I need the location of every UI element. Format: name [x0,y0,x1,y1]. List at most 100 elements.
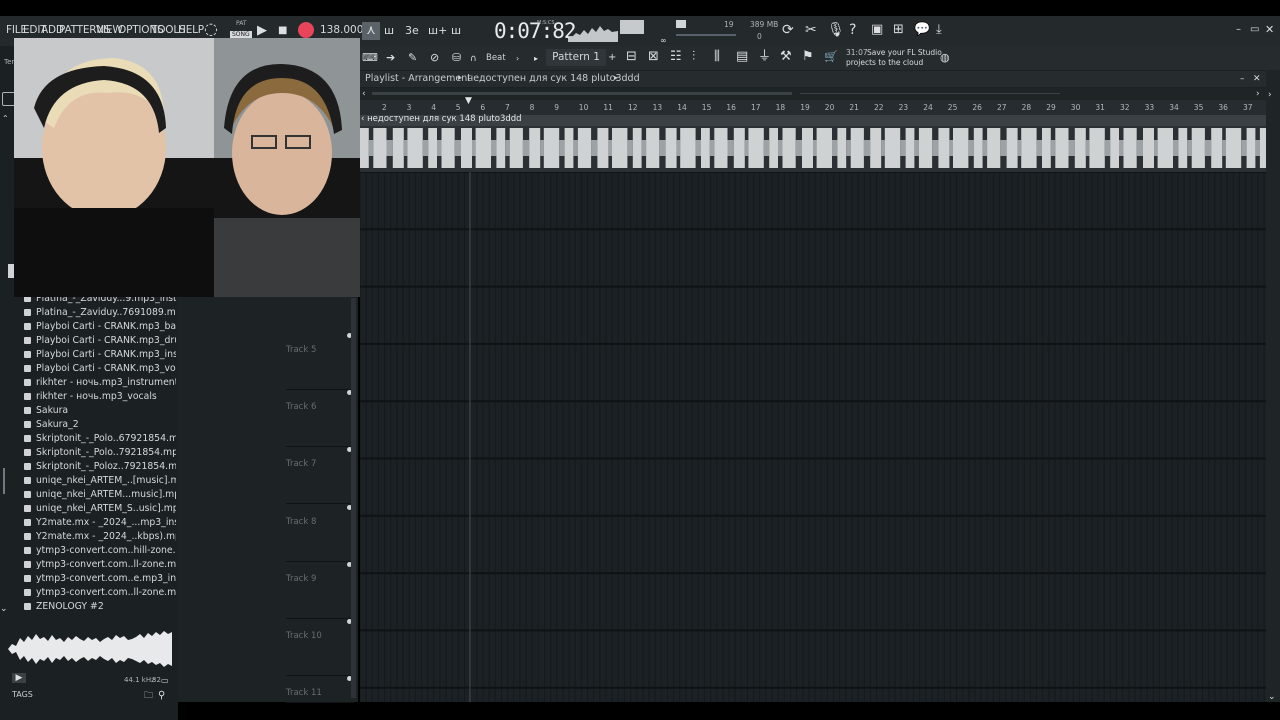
browser-item[interactable]: Skriptonit_-_Poloz..7921854.mp3_vocals [18,461,176,475]
track-header[interactable]: Track 9 [286,562,354,619]
track-header[interactable]: Track 8 [286,505,354,562]
browser-item[interactable]: Sakura_2 [18,419,176,433]
scroll-right-icon[interactable]: › [1256,87,1260,101]
browser-item[interactable]: Playboi Carti - CRANK.mp3_instruments [18,349,176,363]
browser-item[interactable]: ytmp3-convert.com..ll-zone.mp3_vocals [18,587,176,601]
tools-icon[interactable]: ⚒ [780,50,792,64]
track-header[interactable]: Track 7 [286,447,354,504]
folder-icon[interactable]: 🗀 [144,689,153,703]
microphone-icon[interactable]: 🎙 [827,23,845,37]
playlist-close-icon[interactable]: ✕ [1253,72,1261,86]
pattern-selector[interactable]: Pattern 1 [546,49,606,66]
minimize-icon[interactable]: – [1236,23,1241,37]
browser-scrollbar[interactable] [3,468,5,494]
help-icon[interactable]: ? [849,23,856,37]
metronome-icon[interactable]: ⋏ [362,22,380,40]
browser-item[interactable]: Playboi Carti - CRANK.mp3_drums [18,335,176,349]
playlist-menu-icon[interactable]: ⌨ [362,51,378,65]
preview-play-icon[interactable]: ▶ [12,673,26,683]
cart-icon[interactable]: 🛒 [824,50,838,64]
download-icon[interactable]: ⤓ [936,23,942,37]
stamp-tool-icon[interactable]: ⛁ [452,51,461,65]
pitch-slider[interactable] [676,34,736,36]
scroll-up-icon[interactable]: ⌃ [2,112,9,126]
browser-item[interactable]: Y2mate.mx - _2024_...mp3_instruments [18,517,176,531]
song-mode-label[interactable]: SONG [230,31,252,38]
audio-file-icon [24,547,31,554]
flag-icon[interactable]: ⚑ [802,50,814,64]
track-header[interactable]: Track 6 [286,390,354,447]
browser-item[interactable]: Skriptonit_-_Polo..67921854.mp3_bass [18,433,176,447]
browser-item[interactable]: Sakura [18,405,176,419]
pattern-prev-icon[interactable]: ▸ [534,52,538,66]
tempo-display[interactable]: 138.000 [320,24,363,36]
playlist-minimize-icon[interactable]: – [1240,72,1245,86]
playhead-marker-icon[interactable]: ▼ [465,96,472,106]
blend-notes-icon[interactable]: ш [451,24,461,38]
browser-item[interactable]: rikhter - ночь.mp3_instruments [18,377,176,391]
browser-item[interactable]: Playboi Carti - CRANK.mp3_vocals [18,363,176,377]
scroll-left-icon[interactable]: ‹ [362,87,366,101]
vertical-scrollbar[interactable]: › ⌄ [1266,70,1280,702]
playlist-icon[interactable]: ⊟ [626,50,637,64]
browser-item[interactable]: Y2mate.mx - _2024_..kbps).mp3_vocals [18,531,176,545]
browser-tab-stub[interactable]: Ter [4,58,14,66]
pat-mode-label[interactable]: PAT [236,20,247,27]
plugin-icon[interactable]: ⊞ [893,23,904,37]
loop-record-icon[interactable]: ◌ [204,21,218,37]
browser-folder[interactable]: ZENOLOGY #2 [18,601,176,615]
slice-tool-icon[interactable]: ⊘ [430,51,439,65]
audio-clip-waveform[interactable] [360,126,1274,172]
browser-item[interactable]: ytmp3-convert.com..ll-zone.mp3_drums [18,559,176,573]
chevron-right-icon[interactable]: › [516,52,519,66]
mixer-view-icon[interactable]: ⫶ [692,50,695,64]
timeline-ruler[interactable]: 2 3 4 5 6 7 8 9 10 11 12 13 14 15 16 17 18 19 20 21 22 23 24 25… [360,96,1266,115]
master-volume-slider[interactable] [620,20,644,34]
record-icon[interactable] [298,22,314,38]
snap-select[interactable]: Beat [486,53,506,63]
browser-item[interactable]: Playboi Carti - CRANK.mp3_bass [18,321,176,335]
track-header[interactable]: Track 11 [286,676,354,703]
browser-item[interactable]: uniqe_nkei_ARTEM...music].mp3_drums [18,489,176,503]
channel-rack-icon[interactable]: ☷ [670,50,682,64]
search-icon[interactable]: ⚲ [158,689,165,703]
browser-item[interactable]: uniqe_nkei_ARTEM_..[music].mp3_bass [18,475,176,489]
horizontal-scrollbar-track [800,93,1060,94]
arrow-right-icon[interactable]: ➔ [386,51,395,65]
track-headers-scrollbar[interactable] [351,298,356,698]
browser-view-icon[interactable]: ⫼ [714,50,720,64]
song-time-display[interactable]: 0:07:82 [494,19,577,43]
menu-help[interactable]: HELP [178,24,204,36]
chevron-down-icon[interactable]: ⌄ [0,602,8,616]
maximize-icon[interactable]: ▭ [1250,23,1259,37]
horizontal-scrollbar-thumb[interactable] [372,92,792,95]
globe-icon[interactable]: ◍ [940,51,950,65]
save-icon[interactable]: ▣ [871,23,883,37]
audio-clip-header[interactable]: ‹ недоступен для сук 148 pluto3ddd [360,114,1266,126]
browser-item[interactable]: ytmp3-convert.com..hill-zone.mp3_bass [18,545,176,559]
browser-item[interactable]: uniqe_nkei_ARTEM_S..usic].mp3_vocals [18,503,176,517]
step-edit-icon[interactable]: ш+ [428,24,447,38]
close-icon[interactable]: ✕ [1265,23,1274,37]
paint-tool-icon[interactable]: ✎ [408,51,417,65]
browser-item[interactable]: Platina_-_Zaviduy..7691089.mp3_vocals [18,307,176,321]
browser-item-label: Skriptonit_-_Polo..7921854.mp3_drums [36,447,176,458]
stop-icon[interactable]: ■ [278,24,287,38]
play-icon[interactable]: ▶ [257,24,267,38]
browser-item[interactable]: rikhter - ночь.mp3_vocals [18,391,176,405]
track-header[interactable]: Track 10 [286,619,354,676]
browser-item[interactable]: Skriptonit_-_Polo..7921854.mp3_drums [18,447,176,461]
piano-roll-icon[interactable]: ⊠ [648,50,659,64]
scroll-right-icon[interactable]: › [1268,88,1272,102]
mixer-icon[interactable]: ✂ [805,23,817,37]
clipboard-icon[interactable]: ▤ [736,50,748,64]
scroll-down-icon[interactable]: ⌄ [1268,690,1276,704]
plug-icon[interactable]: ⏚ [758,50,771,64]
pattern-add-icon[interactable]: + [608,51,616,65]
track-header[interactable]: Track 5 [286,333,354,390]
countdown-icon[interactable]: 3e [405,24,419,38]
undo-history-icon[interactable]: ⟳ [782,23,794,37]
wait-input-icon[interactable]: ш [384,24,394,38]
chat-icon[interactable]: 💬 [914,23,930,37]
browser-item[interactable]: ytmp3-convert.com..e.mp3_instruments [18,573,176,587]
